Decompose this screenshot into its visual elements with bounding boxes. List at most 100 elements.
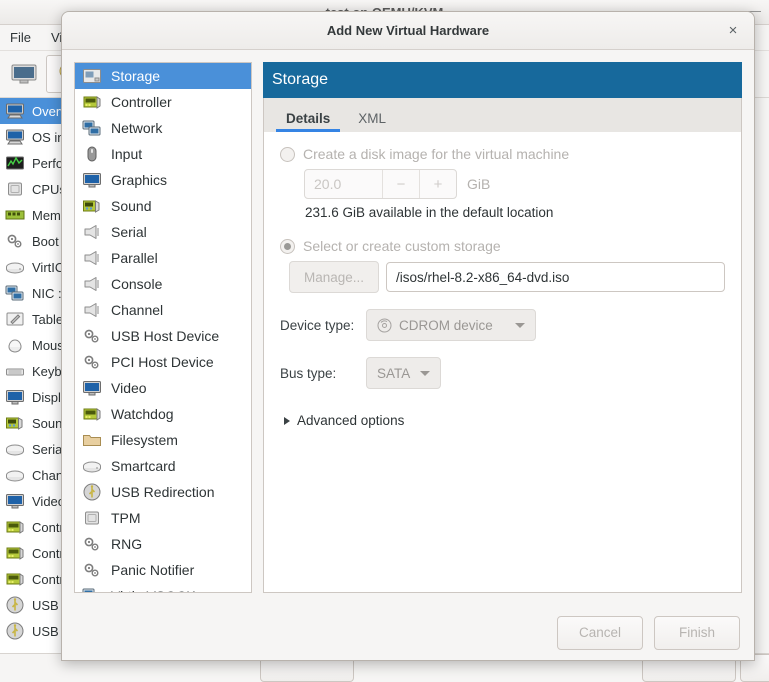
advanced-options-toggle[interactable]: Advanced options bbox=[284, 413, 725, 428]
device-list-item-label: RNG bbox=[111, 536, 143, 552]
smartcard-icon bbox=[81, 456, 103, 476]
display-icon bbox=[4, 387, 26, 407]
console-view-icon[interactable] bbox=[4, 56, 44, 92]
device-list-item-graphics[interactable]: Graphics bbox=[75, 167, 251, 193]
device-list-item-label: Watchdog bbox=[111, 406, 174, 422]
network-icon bbox=[81, 586, 103, 592]
device-type-row: Device type: CDROM device bbox=[280, 309, 725, 341]
disk-size-unit-label: GiB bbox=[467, 176, 491, 192]
device-list-item-watchdog[interactable]: Watchdog bbox=[75, 401, 251, 427]
device-list-item-label: Virtio VSOCK bbox=[111, 588, 196, 592]
gears-icon bbox=[81, 352, 103, 372]
device-list-item-input[interactable]: Input bbox=[75, 141, 251, 167]
serial-icon bbox=[4, 439, 26, 459]
device-list-item-sound[interactable]: Sound bbox=[75, 193, 251, 219]
tab-xml[interactable]: XML bbox=[344, 107, 400, 132]
device-list-item-label: Video bbox=[111, 380, 147, 396]
network-icon bbox=[81, 118, 103, 138]
device-list-item-smartcard[interactable]: Smartcard bbox=[75, 453, 251, 479]
performance-graph-icon bbox=[4, 153, 26, 173]
device-list-item-label: Controller bbox=[111, 94, 172, 110]
device-list-item-label: Panic Notifier bbox=[111, 562, 195, 578]
device-list-item-virtio-vsock[interactable]: Virtio VSOCK bbox=[75, 583, 251, 592]
device-list-item-video[interactable]: Video bbox=[75, 375, 251, 401]
dialog-title: Add New Virtual Hardware bbox=[326, 23, 490, 38]
custom-storage-radio[interactable] bbox=[280, 238, 295, 254]
device-list-item-serial[interactable]: Serial bbox=[75, 219, 251, 245]
finish-button[interactable]: Finish bbox=[654, 615, 740, 650]
harddisk-icon bbox=[4, 257, 26, 277]
device-list-item-label: Filesystem bbox=[111, 432, 178, 448]
bus-type-value: SATA bbox=[377, 365, 411, 381]
gears-icon bbox=[81, 326, 103, 346]
tab-bar: Details XML bbox=[263, 98, 742, 132]
create-disk-image-radio-row[interactable]: Create a disk image for the virtual mach… bbox=[280, 146, 725, 162]
device-list-item-channel[interactable]: Channel bbox=[75, 297, 251, 323]
folder-icon bbox=[81, 430, 103, 450]
device-config-pane: Storage Details XML Create a disk image … bbox=[263, 62, 742, 593]
device-list-item-filesystem[interactable]: Filesystem bbox=[75, 427, 251, 453]
device-list-item-network[interactable]: Network bbox=[75, 115, 251, 141]
gears-icon bbox=[81, 534, 103, 554]
pane-heading: Storage bbox=[263, 62, 742, 98]
input-mouse-icon bbox=[81, 144, 103, 164]
device-list-item-label: Network bbox=[111, 120, 163, 136]
create-disk-image-label: Create a disk image for the virtual mach… bbox=[303, 146, 570, 162]
device-list-item-storage[interactable]: Storage bbox=[75, 63, 251, 89]
device-list-item-label: Storage bbox=[111, 68, 161, 84]
available-space-note: 231.6 GiB available in the default locat… bbox=[305, 205, 554, 220]
device-category-list[interactable]: Storage Controller Network Input Graphics Sou… bbox=[74, 62, 252, 593]
soundcard-icon bbox=[4, 413, 26, 433]
device-list-item-rng[interactable]: RNG bbox=[75, 531, 251, 557]
close-icon[interactable]: × bbox=[722, 20, 744, 42]
mouse-icon bbox=[4, 335, 26, 355]
console-port-icon bbox=[81, 274, 103, 294]
dialog-body: Storage Controller Network Input Graphics Sou… bbox=[62, 50, 754, 605]
disk-size-value[interactable]: 20.0 bbox=[305, 170, 382, 198]
tab-details[interactable]: Details bbox=[272, 107, 344, 132]
display-icon bbox=[81, 170, 103, 190]
custom-storage-radio-row[interactable]: Select or create custom storage bbox=[280, 238, 725, 254]
device-list-item-label: Serial bbox=[111, 224, 147, 240]
video-icon bbox=[4, 491, 26, 511]
chevron-down-icon bbox=[515, 322, 525, 328]
manage-button[interactable]: Manage... bbox=[289, 261, 380, 293]
dialog-footer: Cancel Finish bbox=[62, 605, 754, 660]
controller-icon bbox=[4, 517, 26, 537]
device-list-item-label: Sound bbox=[111, 198, 152, 214]
cancel-button[interactable]: Cancel bbox=[557, 615, 643, 650]
device-list-item-controller[interactable]: Controller bbox=[75, 89, 251, 115]
bus-type-select[interactable]: SATA bbox=[366, 357, 442, 389]
device-list-item-usb-host-device[interactable]: USB Host Device bbox=[75, 323, 251, 349]
device-list-item-usb-redirection[interactable]: USB Redirection bbox=[75, 479, 251, 505]
menu-item-file[interactable]: File bbox=[0, 28, 41, 47]
cpu-chip-icon bbox=[4, 179, 26, 199]
memory-module-icon bbox=[4, 205, 26, 225]
storage-path-input[interactable]: /isos/rhel-8.2-x86_64-dvd.iso bbox=[386, 262, 725, 292]
dialog-titlebar: Add New Virtual Hardware × bbox=[62, 12, 754, 50]
device-list-item-console[interactable]: Console bbox=[75, 271, 251, 297]
usb-icon bbox=[4, 595, 26, 615]
storage-icon bbox=[81, 66, 103, 86]
chevron-down-icon bbox=[420, 370, 431, 376]
device-list-item-pci-host-device[interactable]: PCI Host Device bbox=[75, 349, 251, 375]
device-list-item-panic-notifier[interactable]: Panic Notifier bbox=[75, 557, 251, 583]
disk-size-decrement-button[interactable]: − bbox=[382, 170, 419, 198]
device-list-item-tpm[interactable]: TPM bbox=[75, 505, 251, 531]
network-icon bbox=[4, 283, 26, 303]
disk-size-stepper[interactable]: 20.0 − + bbox=[304, 169, 457, 199]
details-tab-panel: Create a disk image for the virtual mach… bbox=[263, 132, 742, 593]
device-list-item-parallel[interactable]: Parallel bbox=[75, 245, 251, 271]
device-list-item-label: Graphics bbox=[111, 172, 168, 188]
disk-size-increment-button[interactable]: + bbox=[419, 170, 456, 198]
device-list-item-label: Smartcard bbox=[111, 458, 176, 474]
bus-type-row: Bus type: SATA bbox=[280, 357, 725, 389]
device-type-select[interactable]: CDROM device bbox=[366, 309, 536, 341]
custom-storage-block: Select or create custom storage Manage..… bbox=[280, 238, 725, 293]
keyboard-icon bbox=[4, 361, 26, 381]
parallel-port-icon bbox=[81, 248, 103, 268]
device-list-item-label: Console bbox=[111, 276, 163, 292]
device-type-value: CDROM device bbox=[399, 317, 493, 333]
create-disk-image-radio[interactable] bbox=[280, 146, 295, 162]
disk-size-row: 20.0 − + GiB bbox=[304, 169, 725, 199]
